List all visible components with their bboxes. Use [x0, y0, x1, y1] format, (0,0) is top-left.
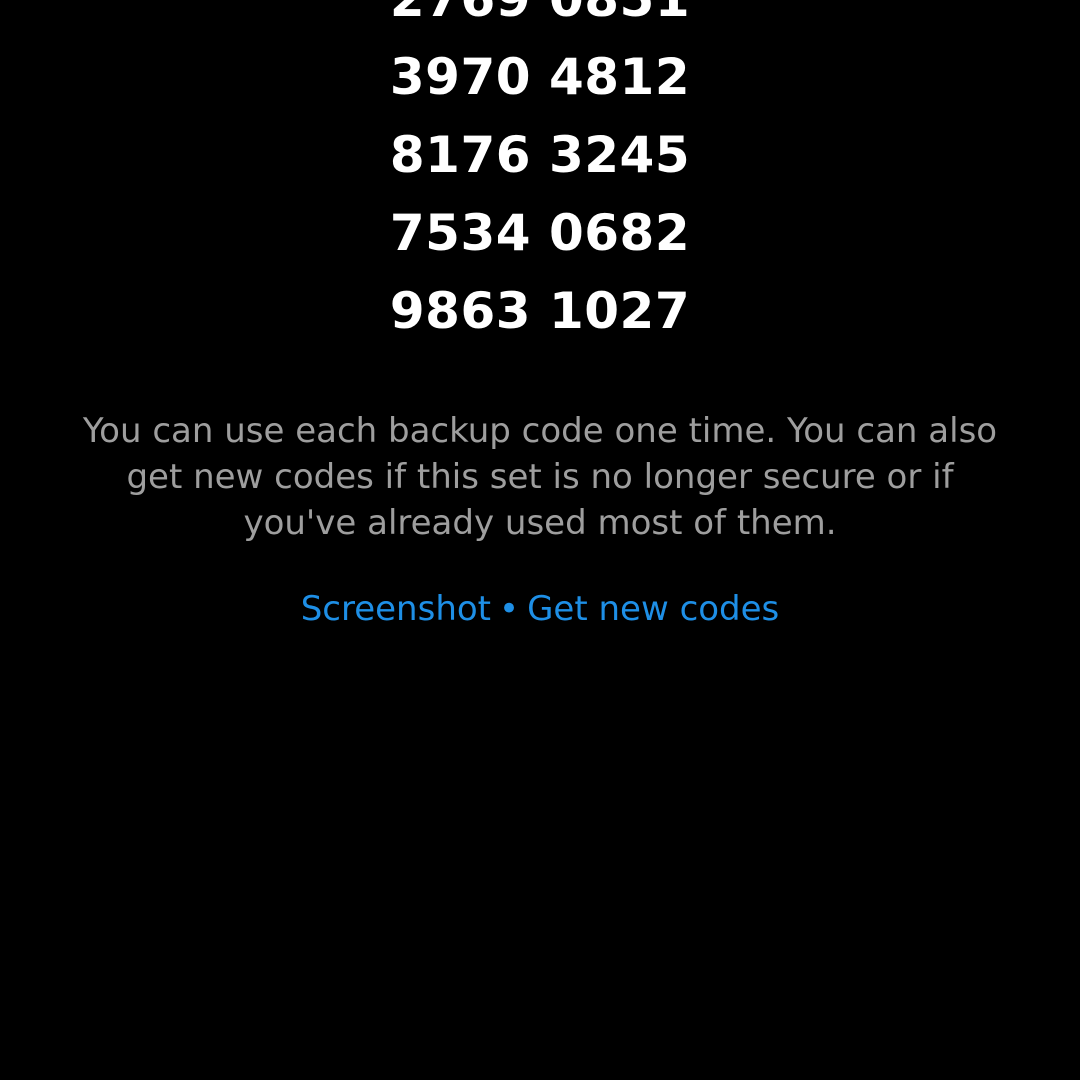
backup-code: 7534 0682	[389, 204, 691, 262]
backup-code: 9863 1027	[389, 282, 691, 340]
get-new-codes-link[interactable]: Get new codes	[527, 589, 779, 629]
backup-code: 8176 3245	[389, 126, 691, 184]
backup-code: 2769 0851	[390, 0, 690, 38]
actions-row: Screenshot • Get new codes	[0, 586, 1080, 632]
backup-code: 3970 4812	[389, 48, 691, 106]
backup-codes-list: 2769 0851 3970 4812 8176 3245 7534 0682 …	[0, 0, 1080, 350]
separator-dot: •	[499, 589, 520, 629]
backup-codes-description: You can use each backup code one time. Y…	[82, 411, 998, 543]
screenshot-link[interactable]: Screenshot	[301, 589, 491, 629]
